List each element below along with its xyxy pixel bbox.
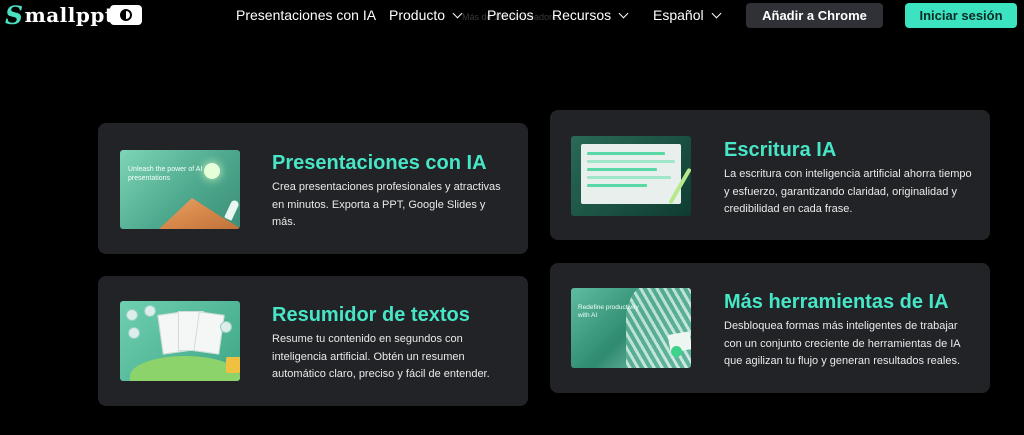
login-button[interactable]: Iniciar sesión (905, 3, 1017, 28)
text-line (587, 176, 671, 179)
text-line (587, 152, 665, 155)
more-ai-tools-thumbnail: Redefine productivity with AI (571, 288, 691, 368)
chevron-down-icon (711, 8, 722, 18)
chevron-down-icon (452, 8, 463, 18)
check-icon (671, 346, 682, 357)
add-to-chrome-button[interactable]: Añadir a Chrome (746, 3, 883, 28)
nav-label: Producto (389, 7, 446, 23)
word-file-icon (126, 309, 138, 321)
card-description: Desbloquea formas más inteligentes de tr… (724, 320, 961, 367)
hill-graphic (130, 356, 240, 381)
card-title[interactable]: Más herramientas de IA (724, 291, 949, 314)
ai-presentations-thumbnail: Unleash the power of AI presentations (120, 150, 240, 229)
feature-card-ai-writing[interactable]: Escritura IA La escritura con inteligenc… (550, 110, 990, 240)
half-circle-theme-icon (120, 9, 132, 21)
nav-language[interactable]: Español (653, 7, 722, 23)
link-icon (128, 327, 140, 339)
card-title[interactable]: Resumidor de textos (272, 304, 470, 327)
feature-card-ai-presentations[interactable]: Unleash the power of AI presentations Pr… (98, 123, 528, 254)
feature-card-more-ai-tools[interactable]: Redefine productivity with AI Más herram… (550, 263, 990, 393)
top-navigation: Smallppt Más de 1M de creadores Presenta… (0, 0, 1024, 32)
card-description: Resume tu contenido en segundos con inte… (272, 333, 490, 380)
nav-pricing[interactable]: Precios (487, 7, 534, 23)
text-summarizer-thumbnail (120, 301, 240, 381)
chevron-down-icon (618, 8, 629, 18)
feature-card-text-summarizer[interactable]: Resumidor de textos Resume tu contenido … (98, 276, 528, 406)
nav-product[interactable]: Producto (389, 7, 463, 23)
paper-graphic (193, 311, 225, 355)
nav-label: Recursos (552, 7, 612, 23)
text-line (587, 160, 675, 163)
abstract-swirl-graphic (626, 288, 691, 368)
rocket-icon (224, 199, 240, 221)
nav-ai-presentations[interactable]: Presentaciones con IA (236, 7, 376, 23)
dune-graphic (120, 198, 240, 229)
thumbnail-caption: Unleash the power of AI presentations (128, 166, 203, 182)
ai-writing-thumbnail (571, 136, 691, 216)
image-icon (220, 321, 232, 333)
text-line (587, 184, 647, 187)
card-title[interactable]: Presentaciones con IA (272, 152, 487, 175)
nav-label: Precios (487, 7, 534, 23)
text-line (587, 168, 657, 171)
card-description: La escritura con inteligencia artificial… (724, 168, 972, 215)
pdf-file-icon (144, 305, 156, 317)
folder-icon (226, 357, 240, 373)
thumbnail-caption: Redefine productivity with AI (578, 304, 639, 319)
nav-label: Español (653, 7, 704, 23)
nav-label: Presentaciones con IA (236, 7, 377, 23)
logo-initial: S (5, 0, 24, 30)
theme-toggle-button[interactable] (110, 5, 142, 25)
card-title[interactable]: Escritura IA (724, 139, 836, 162)
logo-text: mallppt (24, 3, 115, 27)
smallppt-logo[interactable]: Smallppt (5, 0, 115, 30)
card-description: Crea presentaciones profesionales y atra… (272, 181, 501, 228)
nav-resources[interactable]: Recursos (552, 7, 629, 23)
